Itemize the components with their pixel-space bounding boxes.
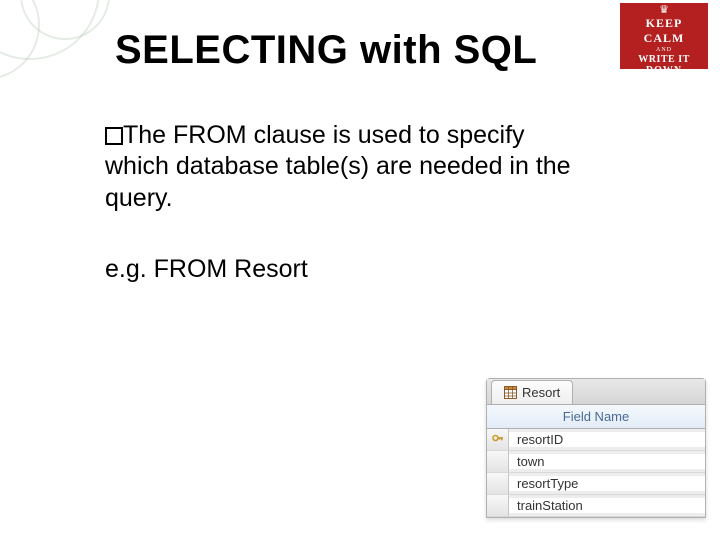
table-tab-label: Resort (522, 385, 560, 400)
poster-line: CALM (620, 31, 708, 46)
crown-icon: ♛ (620, 5, 708, 16)
poster-line: DOWN (620, 65, 708, 69)
primary-key-icon (492, 434, 504, 446)
table-tab-resort[interactable]: Resort (491, 380, 573, 404)
row-selector[interactable] (487, 473, 509, 494)
bullet-square-icon (105, 127, 123, 145)
row-selector[interactable] (487, 495, 509, 516)
datasheet-icon (504, 386, 517, 399)
row-selector[interactable] (487, 451, 509, 472)
field-name-cell[interactable]: town (509, 454, 705, 469)
table-row[interactable]: resortType (487, 473, 705, 495)
poster-line: KEEP (620, 16, 708, 31)
keep-calm-poster: ♛ KEEP CALM AND WRITE IT DOWN (620, 3, 708, 69)
example-text: e.g. FROM Resort (105, 255, 308, 284)
table-row[interactable]: town (487, 451, 705, 473)
field-name-cell[interactable]: trainStation (509, 498, 705, 513)
table-body: resortID town resortType trainStation (487, 429, 705, 517)
table-row[interactable]: trainStation (487, 495, 705, 517)
column-header-field-name[interactable]: Field Name (487, 405, 705, 429)
poster-line: WRITE IT (620, 54, 708, 65)
table-row[interactable]: resortID (487, 429, 705, 451)
poster-line: AND (620, 47, 708, 53)
body-text: The FROM clause is used to specify which… (105, 120, 585, 214)
db-table-panel: Resort Field Name resortID town (486, 378, 706, 518)
field-name-cell[interactable]: resortID (509, 432, 705, 447)
slide-title: SELECTING with SQL (115, 28, 537, 73)
body-text-content: The FROM clause is used to specify which… (105, 121, 571, 212)
field-name-cell[interactable]: resortType (509, 476, 705, 491)
row-selector[interactable] (487, 429, 509, 450)
tab-bar: Resort (487, 379, 705, 405)
